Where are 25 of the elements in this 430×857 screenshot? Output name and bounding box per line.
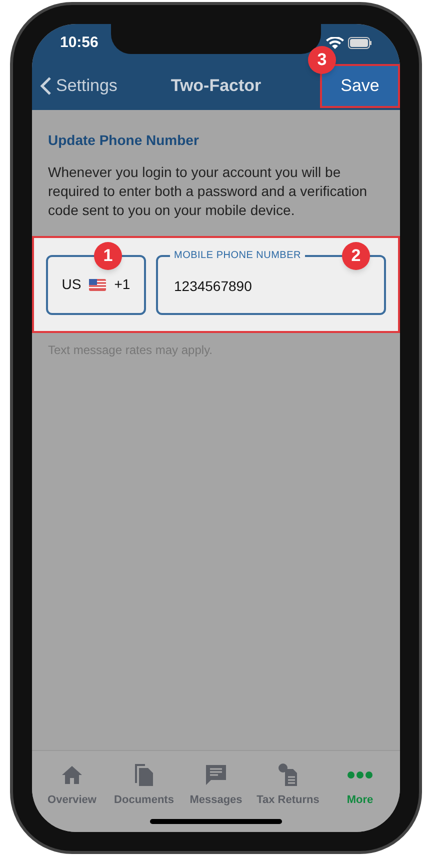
tax-document-icon [278, 762, 298, 786]
tab-item[interactable]: More [324, 759, 396, 808]
step-badge: 2 [342, 242, 370, 270]
description-text: Whenever you login to your account you will be required to enter both a password and a verification code sent to you on your mobile device. [47, 163, 368, 220]
tab-item[interactable]: Documents [108, 759, 180, 808]
step-badge: 1 [94, 242, 122, 270]
country-code: US [62, 275, 82, 294]
more-icon [347, 770, 373, 778]
tab-item[interactable]: Messages [180, 759, 252, 808]
phone-number-value: 1234567890 [174, 277, 252, 296]
tab-item[interactable]: Overview [36, 759, 108, 808]
back-button[interactable]: Settings [32, 73, 118, 99]
status-time: 10:56 [60, 32, 98, 53]
message-icon [205, 764, 227, 786]
documents-icon [134, 762, 154, 786]
flag-icon [89, 278, 106, 290]
chevron-left-icon [40, 76, 52, 96]
save-button[interactable]: Save [320, 64, 400, 108]
status-icons-drawing [326, 37, 372, 49]
step-badge: 3 [308, 46, 336, 74]
tab-item[interactable]: Tax Returns [252, 759, 324, 808]
dial-code: +1 [114, 275, 130, 294]
home-icon [61, 764, 83, 784]
section-title: Update Phone Number [47, 131, 200, 150]
screen-title: Two-Factor [170, 75, 262, 98]
